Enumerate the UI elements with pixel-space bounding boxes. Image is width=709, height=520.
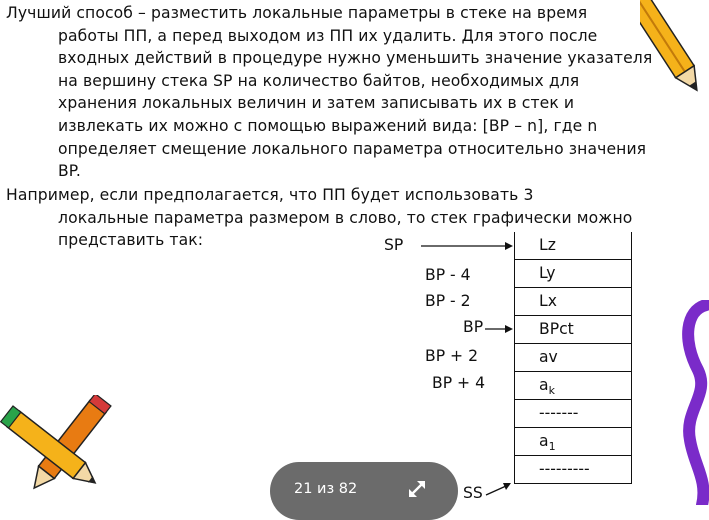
stack-cell-a1: a1 bbox=[514, 428, 632, 456]
ss-arrow bbox=[485, 483, 511, 496]
stack-cell-dashes: ------- bbox=[514, 400, 632, 428]
stack-cell-dashes-bottom: --------- bbox=[514, 456, 632, 484]
paragraph-line: извлекать их можно с помощью выражений в… bbox=[58, 116, 598, 135]
label-bp-minus-2: BP - 2 bbox=[425, 292, 471, 310]
label-bp-plus-2: BP + 2 bbox=[425, 347, 479, 365]
stack-cell-lx: Lx bbox=[514, 288, 632, 316]
paragraph-line: на вершину стека SP на количество байтов… bbox=[58, 71, 580, 90]
label-bp-plus-4: BP + 4 bbox=[432, 374, 486, 392]
expand-arrows-icon[interactable] bbox=[406, 478, 428, 504]
stack-cell-a1-text: a1 bbox=[539, 432, 556, 454]
label-bp: BP bbox=[463, 318, 484, 336]
stack-cell-av: av bbox=[514, 344, 632, 372]
paragraph-line: Лучший способ – разместить локальные пар… bbox=[6, 4, 588, 22]
page-counter: 21 из 82 bbox=[294, 481, 358, 497]
pencils-bottom-left-icon bbox=[0, 395, 112, 490]
paragraph-line: входных действий в процедуре нужно умень… bbox=[58, 49, 653, 68]
stack-cell-ak-text: ak bbox=[539, 376, 555, 398]
label-sp: SP bbox=[384, 236, 404, 254]
stack-cell-ak: ak bbox=[514, 372, 632, 400]
bp-arrow bbox=[485, 325, 513, 333]
paragraph-line: Например, если предполагается, что ПП бу… bbox=[6, 186, 534, 204]
sp-arrow bbox=[421, 242, 513, 250]
paper-clip-icon bbox=[682, 300, 709, 505]
paragraph-line: локальные параметра размером в слово, то… bbox=[58, 208, 633, 227]
paragraph-local-params: Лучший способ – разместить локальные пар… bbox=[6, 2, 706, 183]
page-navigator[interactable]: 21 из 82 bbox=[270, 462, 458, 520]
paragraph-line: определяет смещение локального параметра… bbox=[58, 139, 647, 158]
label-ss: SS bbox=[463, 484, 483, 502]
stack-cell-ly: Ly bbox=[514, 260, 632, 288]
paragraph-line: работы ПП, а перед выходом из ПП их удал… bbox=[58, 26, 598, 45]
label-bp-minus-4: BP - 4 bbox=[425, 266, 471, 284]
paragraph-line: хранения локальных величин и затем запис… bbox=[58, 94, 575, 113]
stack-cell-bpct: BPct bbox=[514, 316, 632, 344]
paragraph-line: BP. bbox=[58, 162, 81, 181]
stack-cell-lz: Lz bbox=[514, 232, 632, 260]
